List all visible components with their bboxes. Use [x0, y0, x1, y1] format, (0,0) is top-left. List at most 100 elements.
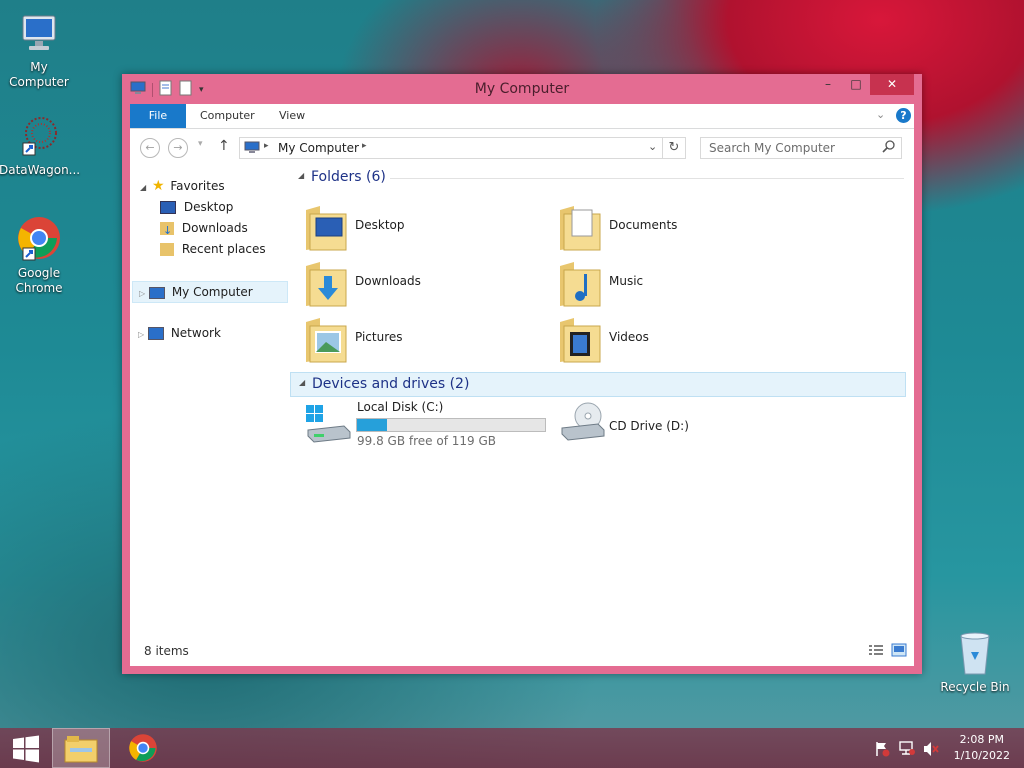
up-button[interactable]: ↑: [218, 138, 230, 154]
group-divider: [390, 178, 904, 179]
folder-pictures[interactable]: Pictures: [304, 314, 544, 366]
folder-videos[interactable]: Videos: [558, 314, 798, 366]
desktop-icon-label: DataWagon...: [0, 163, 81, 177]
help-icon[interactable]: ?: [896, 108, 911, 123]
address-dropdown-icon[interactable]: ⌄: [648, 140, 657, 153]
folder-downloads[interactable]: Downloads: [304, 258, 544, 310]
content-pane: ◢ Folders (6) Desktop Documents Download…: [290, 166, 914, 636]
search-input[interactable]: Search My Computer: [700, 137, 902, 159]
hard-drive-icon: [306, 405, 351, 443]
search-placeholder: Search My Computer: [709, 141, 835, 155]
navigation-pane: ◢ ★ Favorites Desktop ↓ Downloads Recent…: [130, 166, 290, 636]
search-icon[interactable]: [882, 140, 895, 156]
close-button[interactable]: ✕: [870, 74, 914, 95]
chrome-icon: [129, 734, 157, 762]
nav-item-recent-places[interactable]: Recent places: [160, 239, 266, 259]
computer-icon: [148, 286, 165, 299]
network-icon: [147, 327, 164, 340]
nav-item-label: Network: [170, 326, 221, 340]
nav-item-network[interactable]: ▷ Network: [138, 323, 221, 343]
nav-item-label: Desktop: [183, 200, 234, 214]
desktop-icon-label: My Computer: [9, 60, 69, 89]
desktop-icon-label: Google Chrome: [15, 266, 63, 295]
start-button[interactable]: [0, 728, 58, 768]
tab-view[interactable]: View: [265, 104, 319, 128]
collapse-arrow-icon[interactable]: ◢: [140, 183, 146, 192]
forward-button[interactable]: →: [168, 138, 188, 158]
drive-local-disk-c[interactable]: Local Disk (C:) 99.8 GB free of 119 GB: [304, 400, 554, 452]
address-row: ← → ▾ ↑ ▸ My Computer ▸ ⌄ ↻ Search My Co…: [130, 129, 914, 165]
drive-name: CD Drive (D:): [609, 419, 689, 433]
recent-places-icon: [160, 243, 174, 256]
desktop-icon-recycle-bin[interactable]: Recycle Bin: [935, 630, 1015, 695]
minimize-button[interactable]: –: [814, 74, 842, 95]
folder-videos-icon: [560, 318, 601, 363]
address-bar[interactable]: ▸ My Computer ▸ ⌄: [239, 137, 663, 159]
taskbar-google-chrome[interactable]: [114, 728, 172, 768]
tab-file[interactable]: File: [130, 104, 186, 128]
tab-computer[interactable]: Computer: [186, 104, 269, 128]
collapse-arrow-icon[interactable]: ◢: [299, 378, 305, 387]
desktop-icon-label: Recycle Bin: [940, 680, 1010, 694]
drive-name: Local Disk (C:): [357, 400, 444, 414]
desktop-icon-google-chrome[interactable]: Google Chrome: [0, 216, 79, 296]
window-client: File Computer View ⌄ ? ← → ▾ ↑ ▸ My Comp…: [130, 104, 914, 666]
taskbar: 2:08 PM 1/10/2022: [0, 728, 1024, 768]
expand-arrow-icon[interactable]: ▷: [139, 289, 145, 298]
nav-item-downloads[interactable]: ↓ Downloads: [160, 218, 248, 238]
desktop-icon: [160, 201, 176, 214]
maximize-button[interactable]: □: [842, 74, 870, 95]
taskbar-file-explorer[interactable]: [52, 728, 110, 768]
title-bar[interactable]: ▾ My Computer – □ ✕: [122, 74, 922, 104]
breadcrumb-arrow-icon[interactable]: ▸: [264, 141, 269, 151]
details-view-icon[interactable]: [868, 644, 884, 661]
group-title: Folders (6): [311, 169, 386, 185]
folder-pictures-icon: [306, 318, 347, 363]
star-icon: ★: [151, 178, 165, 194]
nav-item-label: Downloads: [181, 221, 248, 235]
collapse-arrow-icon[interactable]: ◢: [298, 171, 304, 180]
nav-item-desktop[interactable]: Desktop: [160, 197, 233, 217]
cd-drive-icon: [561, 402, 605, 441]
nav-item-my-computer[interactable]: ▷ My Computer: [132, 281, 288, 303]
large-icons-view-icon[interactable]: [891, 643, 907, 660]
recent-locations-icon[interactable]: ▾: [198, 139, 203, 149]
folder-label: Music: [609, 274, 644, 288]
drive-usage-fill: [357, 419, 388, 431]
nav-favorites[interactable]: ◢ ★ Favorites: [140, 176, 225, 196]
desktop-icon-datawagon[interactable]: DataWagon...: [0, 113, 81, 178]
volume-muted-icon[interactable]: [922, 741, 940, 760]
folder-label: Downloads: [355, 274, 421, 288]
network-tray-icon[interactable]: [898, 740, 916, 759]
downloads-icon: ↓: [160, 222, 174, 237]
breadcrumb-my-computer[interactable]: My Computer: [278, 141, 359, 155]
group-header-devices[interactable]: ◢ Devices and drives (2): [290, 372, 906, 397]
drive-cd-d[interactable]: CD Drive (D:): [558, 400, 798, 452]
datawagon-icon: [15, 113, 63, 161]
ribbon-tabs: File Computer View ⌄ ?: [130, 104, 914, 129]
back-button[interactable]: ←: [140, 138, 160, 158]
breadcrumb-arrow-icon[interactable]: ▸: [362, 141, 367, 151]
desktop-icon-my-computer[interactable]: My Computer: [0, 10, 79, 90]
folder-music[interactable]: Music: [558, 258, 798, 310]
drive-usage-bar: [356, 418, 546, 432]
item-count: 8 items: [144, 644, 189, 658]
folder-label: Desktop: [355, 218, 405, 232]
folder-desktop[interactable]: Desktop: [304, 202, 544, 254]
group-header-folders[interactable]: ◢ Folders (6): [290, 166, 914, 190]
location-computer-icon: [244, 141, 260, 157]
ribbon-expand-icon[interactable]: ⌄: [876, 108, 885, 121]
folder-music-icon: [560, 262, 601, 307]
system-clock[interactable]: 2:08 PM 1/10/2022: [954, 732, 1010, 764]
folder-label: Videos: [609, 330, 649, 344]
nav-favorites-label: Favorites: [170, 179, 225, 193]
refresh-button[interactable]: ↻: [663, 137, 686, 159]
action-center-flag-icon[interactable]: [874, 741, 890, 760]
group-title: Devices and drives (2): [312, 376, 470, 392]
folder-label: Pictures: [355, 330, 403, 344]
window-title: My Computer: [474, 81, 570, 97]
folder-label: Documents: [609, 218, 678, 232]
folder-documents[interactable]: Documents: [558, 202, 798, 254]
expand-arrow-icon[interactable]: ▷: [138, 330, 144, 339]
explorer-window: ▾ My Computer – □ ✕ File Computer View ⌄…: [122, 74, 922, 674]
